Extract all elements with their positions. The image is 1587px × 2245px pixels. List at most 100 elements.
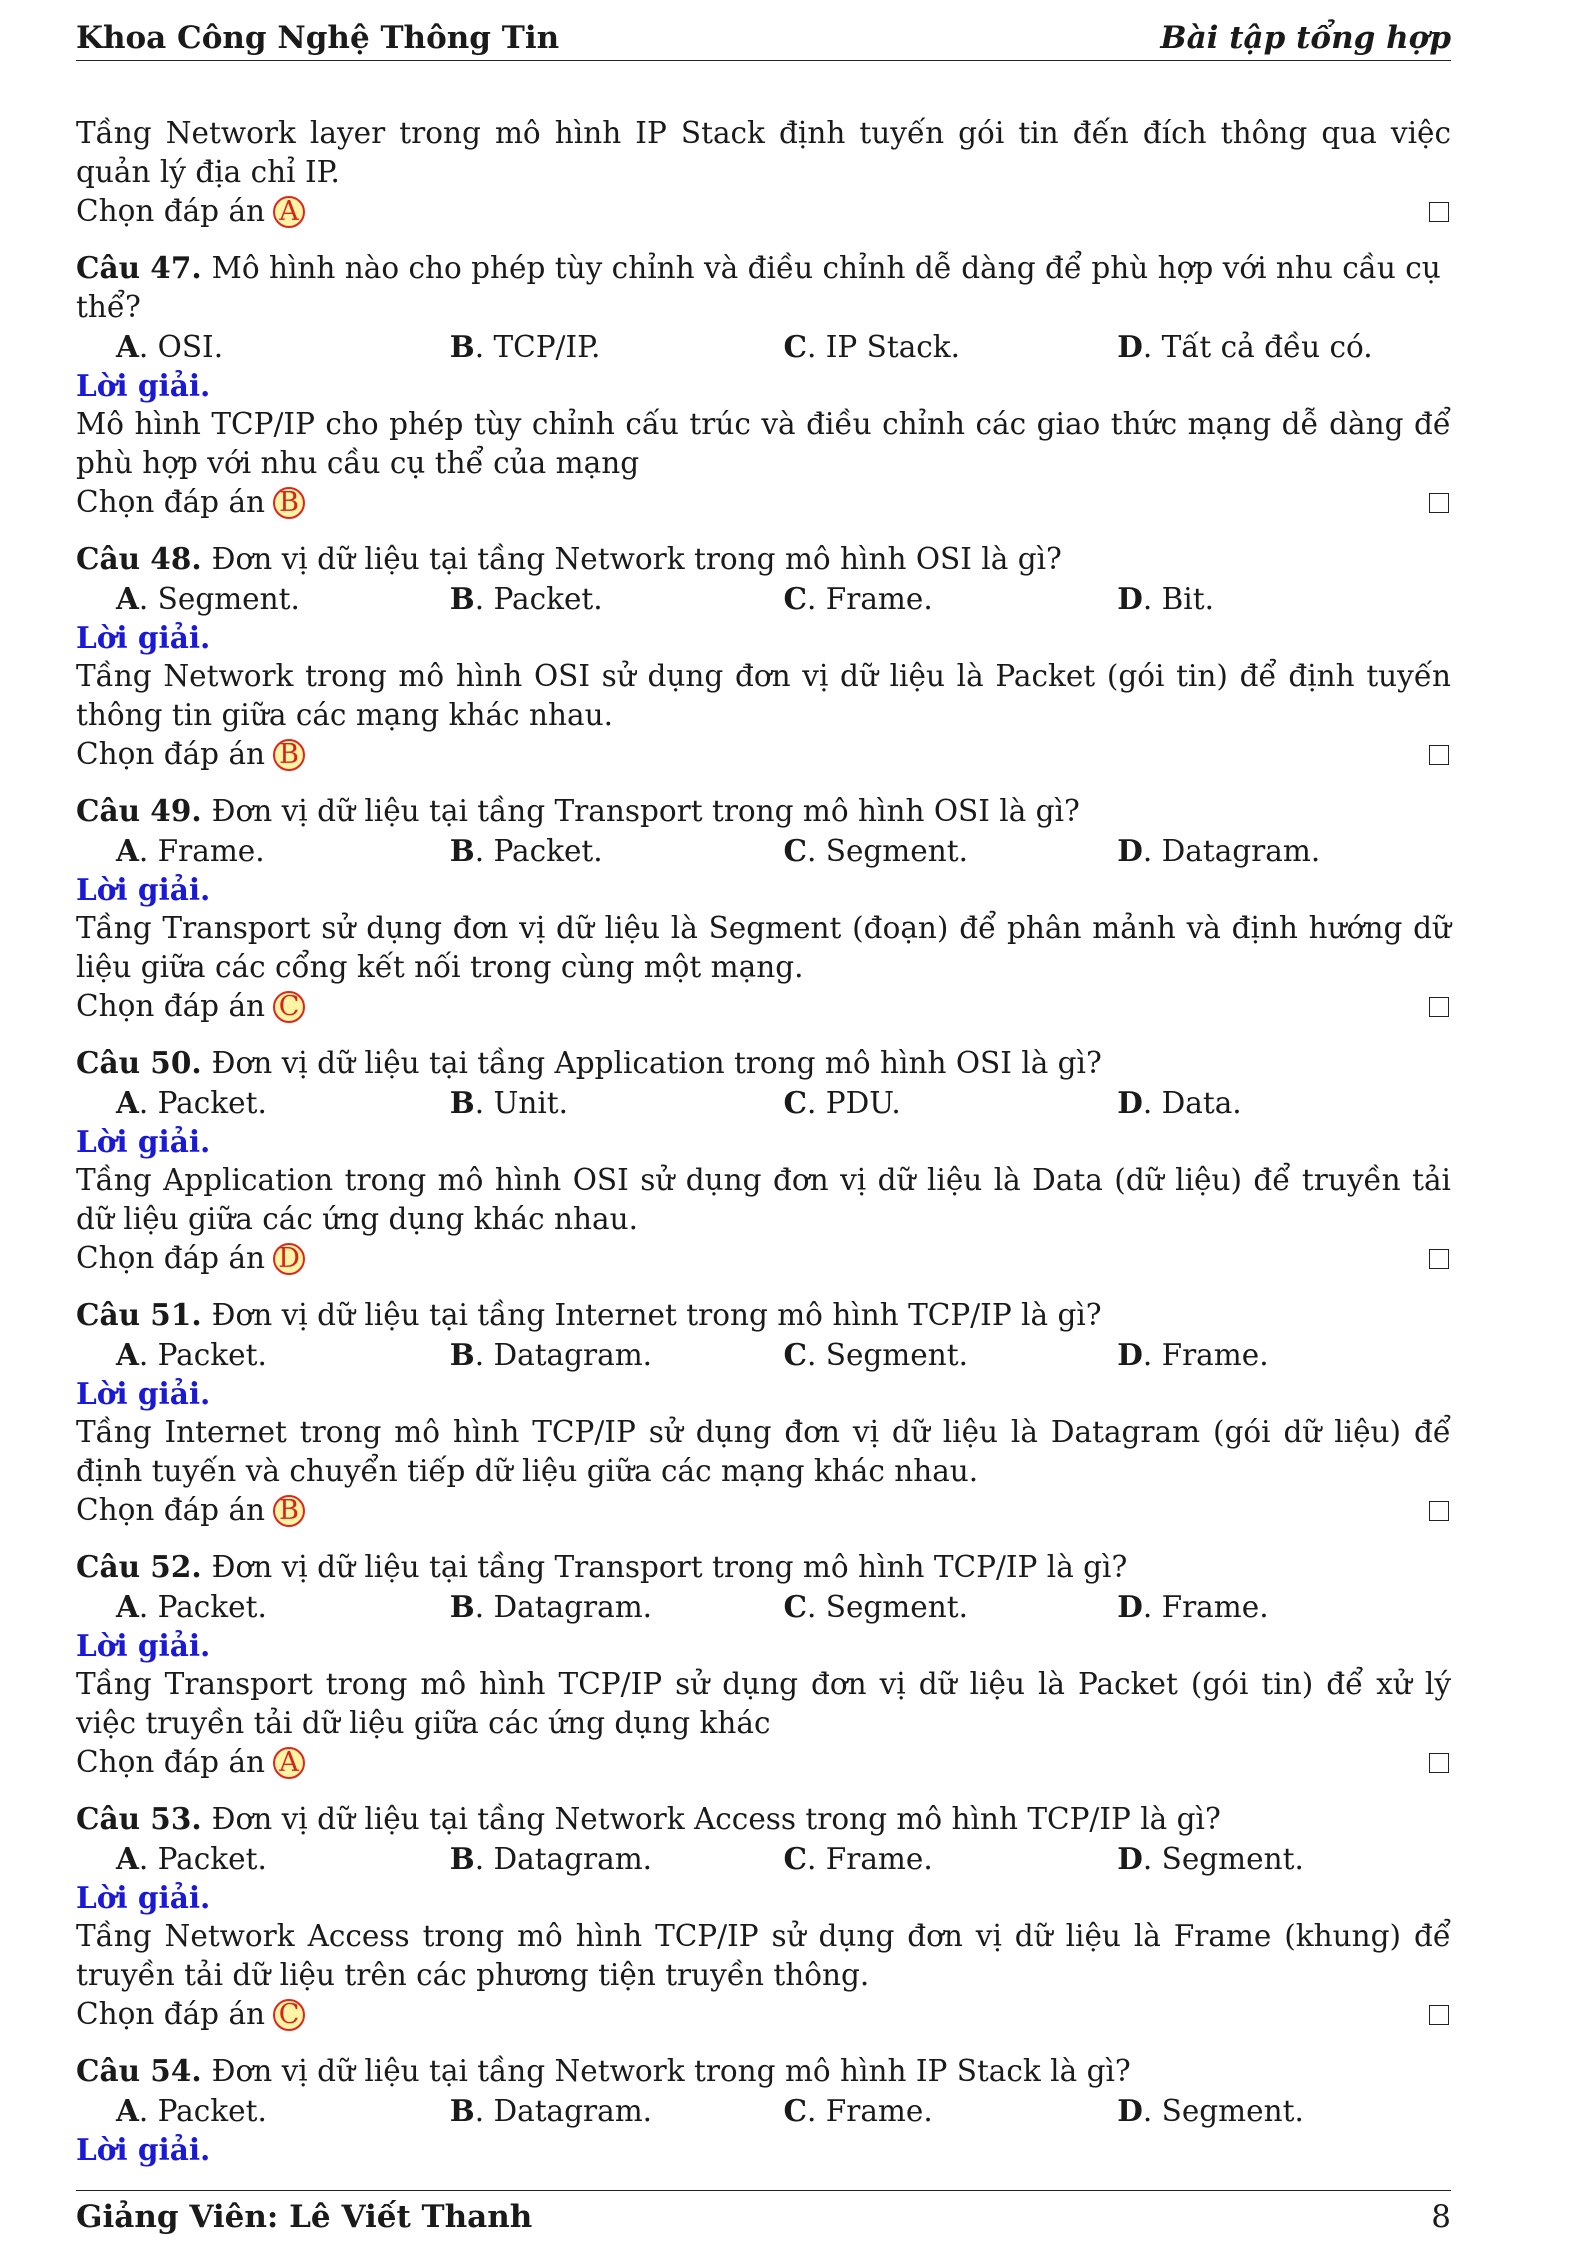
question-text: Đơn vị dữ liệu tại tầng Transport trong … (211, 794, 1080, 828)
option-text: Bit. (1161, 582, 1214, 616)
question-block: Câu 49. Đơn vị dữ liệu tại tầng Transport… (76, 791, 1451, 1026)
option-text: Datagram. (1161, 834, 1321, 868)
option-text: TCP/IP. (493, 330, 601, 364)
options-row: A. OSI. B. TCP/IP. C. IP Stack. D. Tất cả đ… (76, 327, 1451, 366)
question-block: Câu 47. Mô hình nào cho phép tùy chỉnh và… (76, 248, 1451, 522)
option-letter: D (1117, 1337, 1143, 1372)
option-d: D. Datagram. (1117, 833, 1321, 868)
option-text: Datagram. (493, 1338, 653, 1372)
options-row: A. Segment. B. Packet. C. Frame. D. Bit. (76, 579, 1451, 618)
answer-circle: B (273, 486, 306, 519)
option-b: B. Packet. (449, 581, 603, 616)
question-line: Câu 52. Đơn vị dữ liệu tại tầng Transport… (76, 1547, 1451, 1587)
option-letter: C (783, 2093, 807, 2128)
answer-row: Chọn đáp án A (76, 1743, 1451, 1782)
question-block: Câu 48. Đơn vị dữ liệu tại tầng Network t… (76, 539, 1451, 774)
answer-circle: B (273, 738, 306, 771)
answer-label: Chọn đáp án (76, 989, 266, 1023)
option-letter: A (116, 1085, 139, 1120)
solution-explanation: Tầng Application trong mô hình OSI sử dụ… (76, 1163, 1451, 1236)
option-letter: B (449, 329, 475, 364)
option-letter: C (783, 1085, 807, 1120)
question-text: Đơn vị dữ liệu tại tầng Network trong mô… (211, 542, 1062, 576)
answer-row: Chọn đáp án C (76, 987, 1451, 1026)
option-a: A. Segment. (116, 581, 300, 616)
footer-lecturer: Giảng Viên: Lê Viết Thanh (76, 2199, 533, 2235)
options-row: A. Packet. B. Datagram. C. Segment. D. Fram… (76, 1587, 1451, 1626)
option-text: IP Stack. (825, 330, 961, 364)
answer-circle: A (273, 1746, 306, 1779)
answer-label: Chọn đáp án (76, 1493, 266, 1527)
option-text: Datagram. (493, 1842, 653, 1876)
option-d: D. Tất cả đều có. (1117, 329, 1373, 364)
intro-explanation: Tầng Network layer trong mô hình IP Stac… (76, 116, 1451, 189)
option-letter: A (116, 329, 139, 364)
option-text: Packet. (157, 2094, 267, 2128)
question-block: Câu 53. Đơn vị dữ liệu tại tầng Network A… (76, 1799, 1451, 2034)
option-a: A. Packet. (116, 1337, 267, 1372)
option-text: Segment. (825, 1338, 968, 1372)
option-d: D. Segment. (1117, 1841, 1304, 1876)
option-c: C. Frame. (783, 2093, 933, 2128)
answer-label: Chọn đáp án (76, 485, 266, 519)
question-number: Câu 51. (76, 1297, 202, 1332)
question-block: Câu 50. Đơn vị dữ liệu tại tầng Applicati… (76, 1043, 1451, 1278)
options-row: A. Packet. B. Unit. C. PDU. D. Data. (76, 1083, 1451, 1122)
page-number: 8 (1431, 2199, 1451, 2235)
answer-circle: D (273, 1242, 306, 1275)
option-d: D. Bit. (1117, 581, 1214, 616)
option-a: A. OSI. (116, 329, 224, 364)
option-letter: A (116, 2093, 139, 2128)
option-a: A. Packet. (116, 2093, 267, 2128)
options-row: A. Packet. B. Datagram. C. Frame. D. Segmen… (76, 1839, 1451, 1878)
option-letter: A (116, 1841, 139, 1876)
qed-square-icon (1429, 1500, 1449, 1521)
page-header: Khoa Công Nghệ Thông Tin Bài tập tổng hợ… (76, 12, 1451, 61)
question-line: Câu 49. Đơn vị dữ liệu tại tầng Transport… (76, 791, 1451, 831)
question-number: Câu 48. (76, 541, 202, 576)
answer-circle: B (273, 1494, 306, 1527)
option-letter: C (783, 581, 807, 616)
answer-label: Chọn đáp án (76, 1745, 266, 1779)
option-text: Unit. (493, 1086, 568, 1120)
solution-explanation: Tầng Network trong mô hình OSI sử dụng đ… (76, 659, 1451, 732)
option-text: Frame. (157, 834, 265, 868)
option-letter: D (1117, 1085, 1143, 1120)
option-text: Packet. (493, 582, 603, 616)
solution-label: Lời giải. (76, 1376, 211, 1411)
option-d: D. Frame. (1117, 1337, 1269, 1372)
option-text: Segment. (1161, 1842, 1304, 1876)
solution-label: Lời giải. (76, 1124, 211, 1159)
option-a: A. Packet. (116, 1841, 267, 1876)
options-row: A. Packet. B. Datagram. C. Segment. D. Fram… (76, 1335, 1451, 1374)
document-page: Khoa Công Nghệ Thông Tin Bài tập tổng hợ… (0, 0, 1587, 2245)
answer-circle: C (273, 1998, 306, 2031)
qed-square-icon (1429, 2004, 1449, 2025)
question-text: Đơn vị dữ liệu tại tầng Application tron… (211, 1046, 1102, 1080)
header-department: Khoa Công Nghệ Thông Tin (76, 20, 560, 56)
qed-square-icon (1429, 996, 1449, 1017)
question-line: Câu 51. Đơn vị dữ liệu tại tầng Internet … (76, 1295, 1451, 1335)
option-d: D. Data. (1117, 1085, 1242, 1120)
option-letter: D (1117, 329, 1143, 364)
option-letter: D (1117, 1841, 1143, 1876)
option-a: A. Frame. (116, 833, 265, 868)
question-line: Câu 50. Đơn vị dữ liệu tại tầng Applicati… (76, 1043, 1451, 1083)
option-c: C. Segment. (783, 833, 968, 868)
option-b: B. Datagram. (449, 1337, 653, 1372)
answer-label: Chọn đáp án (76, 737, 266, 771)
option-letter: A (116, 581, 139, 616)
intro-answer-row: Chọn đáp án A (76, 192, 1451, 231)
answer-label: Chọn đáp án (76, 1241, 266, 1275)
solution-label: Lời giải. (76, 620, 211, 655)
option-c: C. Segment. (783, 1337, 968, 1372)
question-line: Câu 48. Đơn vị dữ liệu tại tầng Network t… (76, 539, 1451, 579)
option-letter: A (116, 833, 139, 868)
answer-row: Chọn đáp án B (76, 483, 1451, 522)
option-b: B. Unit. (449, 1085, 568, 1120)
question-number: Câu 54. (76, 2053, 202, 2088)
option-text: Segment. (825, 834, 968, 868)
option-text: Packet. (493, 834, 603, 868)
question-text: Đơn vị dữ liệu tại tầng Transport trong … (211, 1550, 1128, 1584)
answer-label: Chọn đáp án (76, 1997, 266, 2031)
